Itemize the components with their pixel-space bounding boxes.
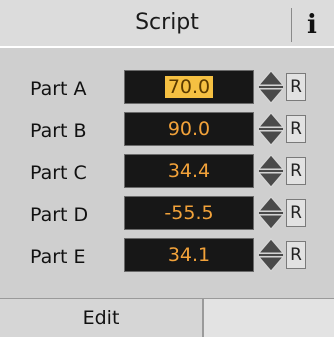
part-row-a: Part A 70.0 R (0, 68, 334, 110)
part-value-field[interactable]: 70.0 (124, 70, 254, 104)
part-label: Part D (30, 204, 89, 226)
spin-up-icon[interactable] (258, 196, 284, 212)
part-value-field[interactable]: 90.0 (124, 112, 254, 146)
reset-button[interactable]: R (286, 199, 306, 227)
spin-up-icon[interactable] (258, 238, 284, 254)
footer-tabs: Edit (0, 298, 334, 337)
info-button[interactable]: i (291, 8, 332, 42)
tab-edit[interactable]: Edit (0, 299, 204, 337)
reset-button[interactable]: R (286, 157, 306, 185)
spin-up-icon[interactable] (258, 154, 284, 170)
value-spinner[interactable] (258, 112, 284, 146)
part-value-field[interactable]: 34.1 (124, 238, 254, 272)
spin-down-icon[interactable] (258, 130, 284, 146)
spin-up-icon[interactable] (258, 70, 284, 86)
spin-up-icon[interactable] (258, 112, 284, 128)
part-label: Part C (30, 162, 87, 184)
value-spinner[interactable] (258, 154, 284, 188)
spin-down-icon[interactable] (258, 172, 284, 188)
part-value-field[interactable]: 34.4 (124, 154, 254, 188)
part-label: Part A (30, 78, 87, 100)
part-row-d: Part D -55.5 R (0, 194, 334, 236)
reset-button[interactable]: R (286, 115, 306, 143)
value-spinner[interactable] (258, 70, 284, 104)
part-value-selected: 70.0 (164, 76, 214, 98)
part-row-e: Part E 34.1 R (0, 236, 334, 278)
script-panel: Script i Part A 70.0 R Part B 90.0 R Par… (0, 0, 334, 337)
panel-title: Script (135, 10, 199, 35)
part-row-c: Part C 34.4 R (0, 152, 334, 194)
spin-down-icon[interactable] (258, 88, 284, 104)
part-row-b: Part B 90.0 R (0, 110, 334, 152)
part-value-field[interactable]: -55.5 (124, 196, 254, 230)
value-spinner[interactable] (258, 196, 284, 230)
parts-list: Part A 70.0 R Part B 90.0 R Part C 34.4 … (0, 48, 334, 292)
reset-button[interactable]: R (286, 241, 306, 269)
value-spinner[interactable] (258, 238, 284, 272)
part-label: Part E (30, 246, 86, 268)
panel-header: Script i (0, 0, 334, 48)
part-label: Part B (30, 120, 87, 142)
spin-down-icon[interactable] (258, 214, 284, 230)
reset-button[interactable]: R (286, 73, 306, 101)
spin-down-icon[interactable] (258, 256, 284, 272)
